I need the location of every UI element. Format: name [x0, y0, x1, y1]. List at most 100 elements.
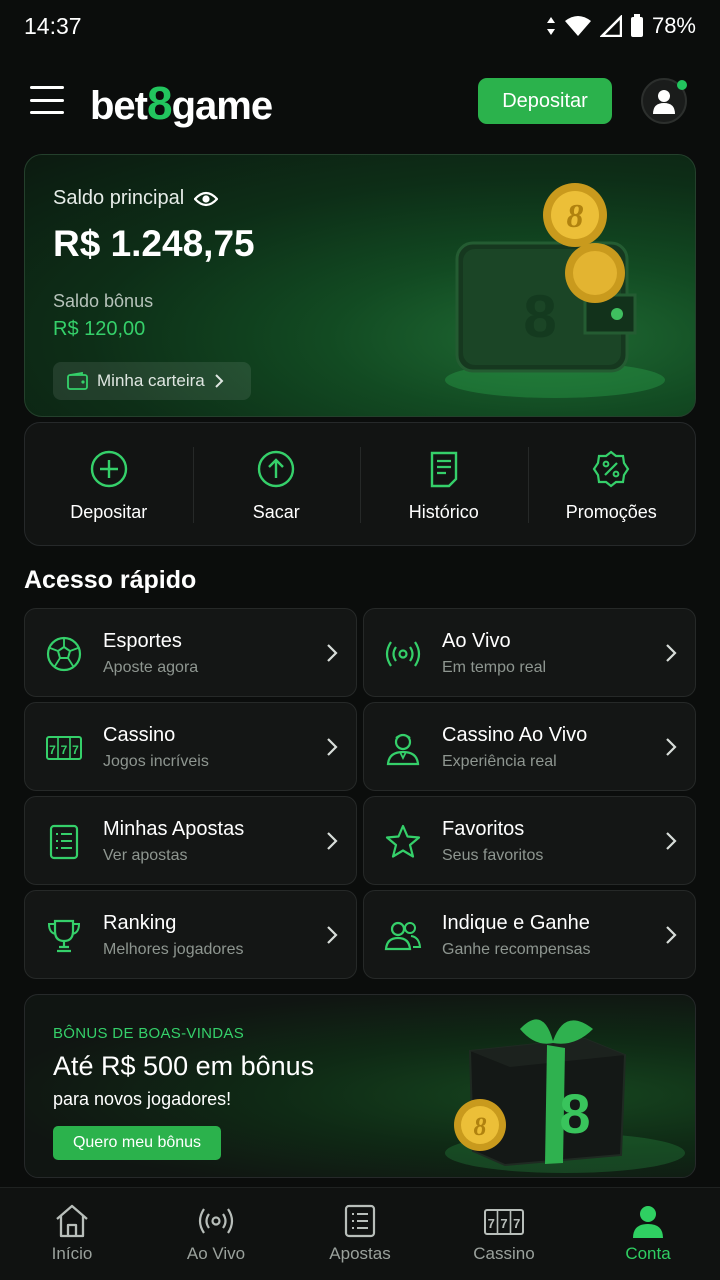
data-arrows-icon	[546, 17, 555, 35]
logo-text-game: game	[171, 84, 273, 128]
bottom-navigation: Início Ao Vivo Apostas 777 Cassino Conta	[0, 1187, 720, 1280]
signal-icon	[599, 15, 622, 37]
tile-subtitle: Ganhe recompensas	[442, 941, 591, 958]
svg-text:7: 7	[72, 743, 79, 757]
tile-refer-earn[interactable]: Indique e Ganhe Ganhe recompensas	[363, 890, 696, 979]
tile-title: Favoritos	[442, 818, 525, 840]
menu-icon[interactable]	[30, 86, 64, 114]
wallet-illustration: 8 8	[445, 183, 665, 398]
tile-title: Indique e Ganhe	[442, 912, 590, 934]
tile-title: Ranking	[103, 912, 177, 934]
history-action[interactable]: Histórico	[360, 423, 528, 545]
tile-subtitle: Jogos incríveis	[103, 753, 209, 770]
status-bar: 14:37 78%	[0, 0, 720, 52]
tile-subtitle: Seus favoritos	[442, 847, 544, 864]
battery-percent: 78%	[651, 13, 696, 38]
tile-live-casino[interactable]: Cassino Ao Vivo Experiência real	[363, 702, 696, 791]
nav-label: Início	[51, 1244, 93, 1263]
svg-text:7: 7	[500, 1216, 507, 1231]
balance-label-row: Saldo principal	[53, 187, 219, 210]
history-action-label: Histórico	[408, 502, 479, 522]
users-icon	[384, 921, 422, 951]
avatar[interactable]	[641, 78, 687, 124]
status-icons: 78%	[546, 13, 696, 39]
welcome-bonus-banner[interactable]: BÔNUS DE BOAS-VINDAS Até R$ 500 em bônus…	[24, 994, 696, 1178]
chevron-right-icon	[327, 738, 338, 756]
svg-text:7: 7	[61, 743, 68, 757]
dealer-icon	[386, 733, 420, 766]
chevron-right-icon	[666, 832, 677, 850]
tile-favorites[interactable]: Favoritos Seus favoritos	[363, 796, 696, 885]
wallet-icon	[67, 372, 88, 390]
tile-my-bets[interactable]: Minhas Apostas Ver apostas	[24, 796, 357, 885]
svg-text:8: 8	[474, 1112, 487, 1141]
my-wallet-button[interactable]: Minha carteira	[53, 362, 251, 400]
promo-tag: BÔNUS DE BOAS-VINDAS	[53, 1025, 245, 1042]
chevron-right-icon	[327, 832, 338, 850]
tile-casino[interactable]: 777 Cassino Jogos incríveis	[24, 702, 357, 791]
tile-title: Esportes	[103, 630, 182, 652]
percent-badge-icon	[592, 450, 630, 488]
nav-account[interactable]: Conta	[576, 1188, 720, 1280]
chevron-right-icon	[666, 926, 677, 944]
chevron-right-icon	[666, 738, 677, 756]
chevron-right-icon	[666, 644, 677, 662]
nav-label: Ao Vivo	[186, 1244, 246, 1263]
tile-subtitle: Melhores jogadores	[103, 941, 244, 958]
user-icon	[633, 1206, 663, 1238]
nav-label: Cassino	[473, 1244, 535, 1263]
tile-title: Ao Vivo	[442, 630, 511, 652]
app-header: bet8game Depositar	[0, 70, 720, 132]
chevron-right-icon	[327, 926, 338, 944]
nav-live[interactable]: Ao Vivo	[144, 1188, 288, 1280]
promo-title: Até R$ 500 em bônus	[53, 1051, 315, 1081]
deposit-action[interactable]: Depositar	[25, 423, 193, 545]
logo-text-bet: bet	[90, 84, 148, 128]
tile-ranking[interactable]: Ranking Melhores jogadores	[24, 890, 357, 979]
star-icon	[385, 824, 421, 858]
tile-live[interactable]: Ao Vivo Em tempo real	[363, 608, 696, 697]
battery-icon	[630, 14, 643, 37]
list-icon	[49, 824, 79, 860]
quick-access-title: Acesso rápido	[24, 566, 197, 594]
bonus-amount: R$ 120,00	[53, 318, 146, 340]
header-deposit-button[interactable]: Depositar	[478, 78, 612, 124]
svg-text:7: 7	[49, 743, 56, 757]
tile-subtitle: Ver apostas	[103, 847, 188, 864]
chevron-right-icon	[215, 374, 224, 388]
withdraw-action[interactable]: Sacar	[192, 423, 361, 545]
promotions-action[interactable]: Promoções	[527, 423, 696, 545]
tile-title: Minhas Apostas	[103, 818, 245, 840]
nav-bets[interactable]: Apostas	[288, 1188, 432, 1280]
plus-circle-icon	[90, 450, 127, 488]
bonus-label: Saldo bônus	[53, 291, 154, 311]
home-icon	[56, 1204, 88, 1238]
my-wallet-label: Minha carteira	[97, 371, 205, 390]
trophy-icon	[47, 919, 81, 953]
logo-text-eight: 8	[147, 77, 173, 129]
promotions-action-label: Promoções	[565, 502, 657, 522]
eye-icon[interactable]	[194, 190, 219, 208]
svg-text:7: 7	[513, 1216, 520, 1231]
balance-amount: R$ 1.248,75	[53, 223, 255, 264]
nav-label: Conta	[625, 1244, 671, 1263]
list-icon	[344, 1204, 376, 1238]
broadcast-icon	[198, 1208, 234, 1234]
broadcast-icon	[385, 641, 421, 667]
wifi-icon	[564, 16, 591, 36]
slot-machine-icon: 777	[484, 1209, 524, 1235]
tile-subtitle: Em tempo real	[442, 659, 547, 676]
claim-bonus-button[interactable]: Quero meu bônus	[53, 1126, 221, 1160]
nav-label: Apostas	[329, 1244, 391, 1263]
tile-title: Cassino Ao Vivo	[442, 724, 588, 746]
tile-title: Cassino	[103, 724, 176, 746]
withdraw-action-label: Sacar	[252, 502, 300, 522]
svg-text:8: 8	[559, 1082, 590, 1145]
app-logo: bet8game	[90, 76, 273, 130]
nav-casino[interactable]: 777 Cassino	[432, 1188, 576, 1280]
quick-actions-bar: Depositar Sacar Histórico Promoções	[24, 422, 696, 546]
nav-home[interactable]: Início	[0, 1188, 144, 1280]
promo-subtitle: para novos jogadores!	[53, 1089, 232, 1109]
tile-sports[interactable]: Esportes Aposte agora	[24, 608, 357, 697]
svg-text:7: 7	[488, 1216, 495, 1231]
